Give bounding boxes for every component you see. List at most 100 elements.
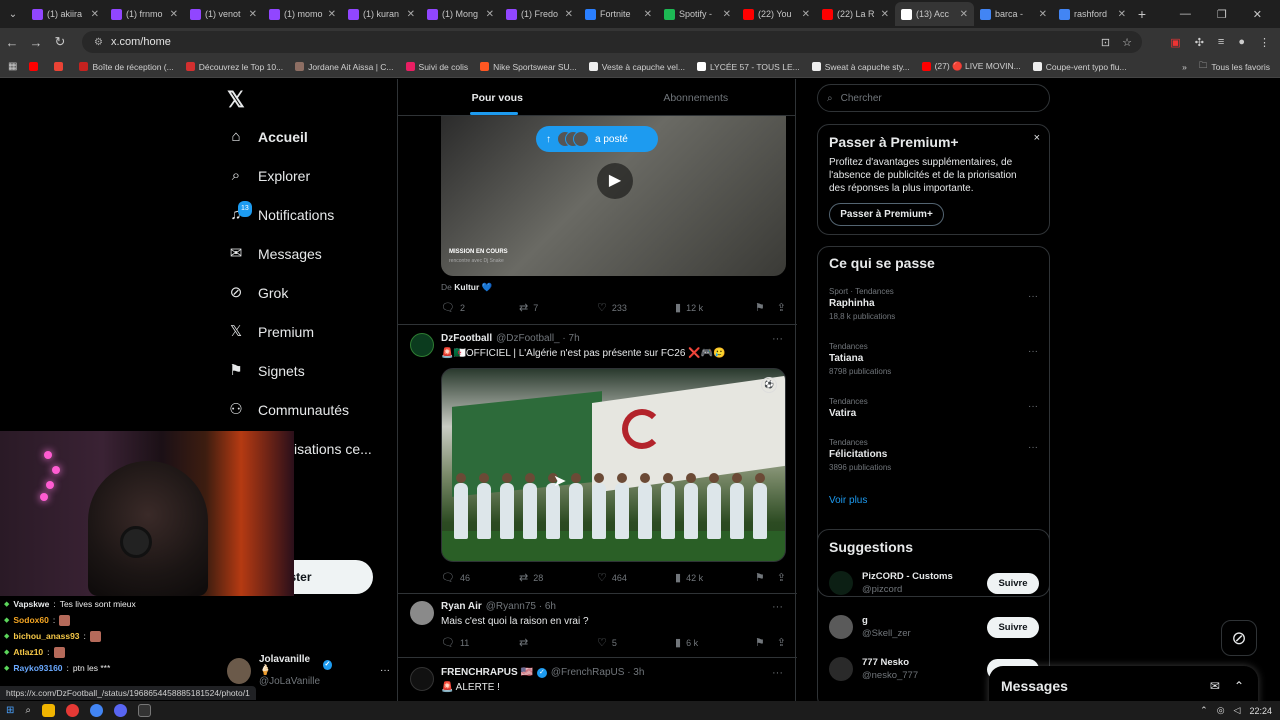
- search-icon[interactable]: ⌕: [25, 705, 31, 716]
- volume-icon[interactable]: ◁: [1234, 705, 1241, 716]
- bookmark-item[interactable]: Veste à capuche vel...: [588, 61, 685, 72]
- search-input[interactable]: ⌕ Chercher: [817, 84, 1050, 112]
- nav-item-mail[interactable]: ✉ Messages: [228, 246, 322, 263]
- discord-icon[interactable]: [114, 704, 127, 717]
- tray-icon[interactable]: ⌃: [1200, 705, 1208, 716]
- tab-close-icon[interactable]: ✕: [960, 9, 968, 20]
- share-icon[interactable]: ⇪: [777, 571, 786, 584]
- bookmark-item[interactable]: [29, 61, 42, 72]
- nav-item-search[interactable]: ⌕ Explorer: [228, 168, 310, 185]
- bookmark-item[interactable]: Sweat à capuche sty...: [811, 61, 910, 72]
- tab-following[interactable]: Abonnements: [597, 79, 796, 115]
- bookmark-icon[interactable]: ⚑: [755, 301, 765, 314]
- avatar[interactable]: [829, 571, 853, 595]
- repost-button[interactable]: ⇄ 7: [519, 301, 597, 314]
- account-switcher[interactable]: Jolavanille 🍦 ✓ @JoLaVanille ···: [227, 654, 390, 687]
- tab-close-icon[interactable]: ✕: [249, 9, 257, 20]
- author-name[interactable]: DzFootball: [441, 333, 492, 344]
- install-icon[interactable]: ⊡: [1101, 36, 1110, 49]
- nav-item-home[interactable]: ⌂ Accueil: [228, 129, 307, 146]
- more-icon[interactable]: ···: [772, 601, 783, 613]
- bookmark-item[interactable]: Suivi de colis: [405, 61, 468, 72]
- browser-tab[interactable]: (1) Fredo ✕: [500, 2, 579, 26]
- browser-tab[interactable]: (1) Mong ✕: [421, 2, 500, 26]
- reload-icon[interactable]: ↻: [48, 34, 72, 50]
- new-message-icon[interactable]: ✉: [1210, 679, 1220, 693]
- tab-close-icon[interactable]: ✕: [881, 9, 889, 20]
- avatar[interactable]: [410, 601, 434, 625]
- network-icon[interactable]: ◎: [1217, 705, 1225, 716]
- reply-button[interactable]: 🗨 11: [441, 636, 519, 649]
- more-icon[interactable]: ···: [772, 667, 783, 679]
- avatar[interactable]: [410, 333, 434, 357]
- windows-icon[interactable]: ⊞: [6, 705, 14, 716]
- browser-tab[interactable]: (1) momo ✕: [263, 2, 342, 26]
- tab-close-icon[interactable]: ✕: [170, 9, 178, 20]
- address-bar[interactable]: ⚙ x.com/home ⊡ ☆: [82, 31, 1142, 53]
- like-button[interactable]: ♡ 464: [597, 571, 675, 584]
- new-posts-pill[interactable]: ↑ a posté: [536, 126, 658, 152]
- author-name[interactable]: FRENCHRAPUS 🇺🇸: [441, 667, 533, 678]
- browser-tab[interactable]: (1) kuran ✕: [342, 2, 421, 26]
- play-icon[interactable]: ▶: [597, 163, 633, 199]
- bookmark-item[interactable]: Nike Sportswear SU...: [480, 61, 577, 72]
- tab-search-icon[interactable]: ⌄: [0, 9, 26, 20]
- more-icon[interactable]: ···: [1028, 291, 1038, 302]
- like-button[interactable]: ♡ 5: [597, 636, 675, 649]
- bookmark-item[interactable]: LYCÉE 57 - TOUS LE...: [696, 61, 800, 72]
- browser-tab[interactable]: (1) frnmo ✕: [105, 2, 184, 26]
- trend-item[interactable]: Sport · Tendances Raphinha 18,8 k publicat…: [829, 287, 895, 321]
- puzzle-icon[interactable]: ✣: [1195, 36, 1204, 49]
- back-icon[interactable]: ←: [0, 35, 24, 50]
- browser-tab[interactable]: (1) akiira ✕: [26, 2, 105, 26]
- nav-item-bookmark[interactable]: ⚑ Signets: [228, 363, 304, 380]
- repost-button[interactable]: ⇄: [519, 636, 597, 649]
- star-icon[interactable]: ☆: [1122, 36, 1132, 49]
- browser-tab[interactable]: (1) venot ✕: [184, 2, 263, 26]
- bookmark-icon[interactable]: ⚑: [755, 636, 765, 649]
- more-icon[interactable]: ···: [1028, 442, 1038, 453]
- browser-tab[interactable]: Spotify - ✕: [658, 2, 737, 26]
- more-bookmarks-icon[interactable]: »: [1182, 62, 1187, 72]
- file-explorer-icon[interactable]: [42, 704, 55, 717]
- suggestion-name[interactable]: PizCORD - Customs: [862, 571, 953, 582]
- reply-button[interactable]: 🗨 46: [441, 571, 519, 584]
- source-link[interactable]: Kultur 💙: [454, 282, 492, 292]
- close-window-icon[interactable]: ✕: [1253, 8, 1262, 21]
- show-more-link[interactable]: Voir plus: [829, 495, 867, 506]
- browser-tab[interactable]: rashford ✕: [1053, 2, 1132, 26]
- premium-button[interactable]: Passer à Premium+: [829, 203, 944, 226]
- close-icon[interactable]: ×: [1034, 132, 1040, 144]
- nav-item-people[interactable]: ⚇ Communautés: [228, 402, 349, 419]
- more-icon[interactable]: ···: [380, 665, 390, 676]
- nav-item-bell[interactable]: ♫ 13 Notifications: [228, 201, 334, 223]
- messages-drawer[interactable]: Messages ✉ ⌃: [989, 666, 1258, 701]
- tab-close-icon[interactable]: ✕: [565, 9, 573, 20]
- tab-close-icon[interactable]: ✕: [486, 9, 494, 20]
- trend-item[interactable]: Tendances Tatiana 8798 publications: [829, 342, 891, 376]
- post-image[interactable]: ⚽: [441, 368, 786, 562]
- apps-icon[interactable]: ▦: [8, 61, 17, 72]
- browser-tab[interactable]: (22) You ✕: [737, 2, 816, 26]
- suggestion-name[interactable]: 777 Nesko: [862, 657, 918, 668]
- tab-close-icon[interactable]: ✕: [91, 9, 99, 20]
- like-button[interactable]: ♡ 233: [597, 301, 675, 314]
- minimize-icon[interactable]: —: [1180, 8, 1191, 21]
- site-info-icon[interactable]: ⚙: [94, 37, 103, 48]
- follow-button[interactable]: Suivre: [987, 616, 1039, 638]
- tab-close-icon[interactable]: ✕: [407, 9, 415, 20]
- clock[interactable]: 22:24: [1249, 706, 1272, 716]
- tab-close-icon[interactable]: ✕: [802, 9, 810, 20]
- menu-icon[interactable]: ⋮: [1259, 36, 1270, 49]
- all-bookmarks[interactable]: 🗀 Tous les favoris: [1199, 60, 1280, 74]
- tab-for-you[interactable]: Pour vous: [398, 79, 597, 115]
- tab-close-icon[interactable]: ✕: [328, 9, 336, 20]
- author-handle[interactable]: @Ryann75 · 6h: [486, 601, 556, 612]
- new-tab-button[interactable]: +: [1132, 6, 1152, 22]
- author-handle[interactable]: @FrenchRapUS · 3h: [551, 667, 645, 678]
- nav-item-more[interactable]: isations ce...: [294, 441, 372, 457]
- more-icon[interactable]: ···: [772, 333, 783, 345]
- repost-button[interactable]: ⇄ 28: [519, 571, 597, 584]
- avatar[interactable]: [829, 615, 853, 639]
- media-icon[interactable]: ≡: [1218, 36, 1224, 49]
